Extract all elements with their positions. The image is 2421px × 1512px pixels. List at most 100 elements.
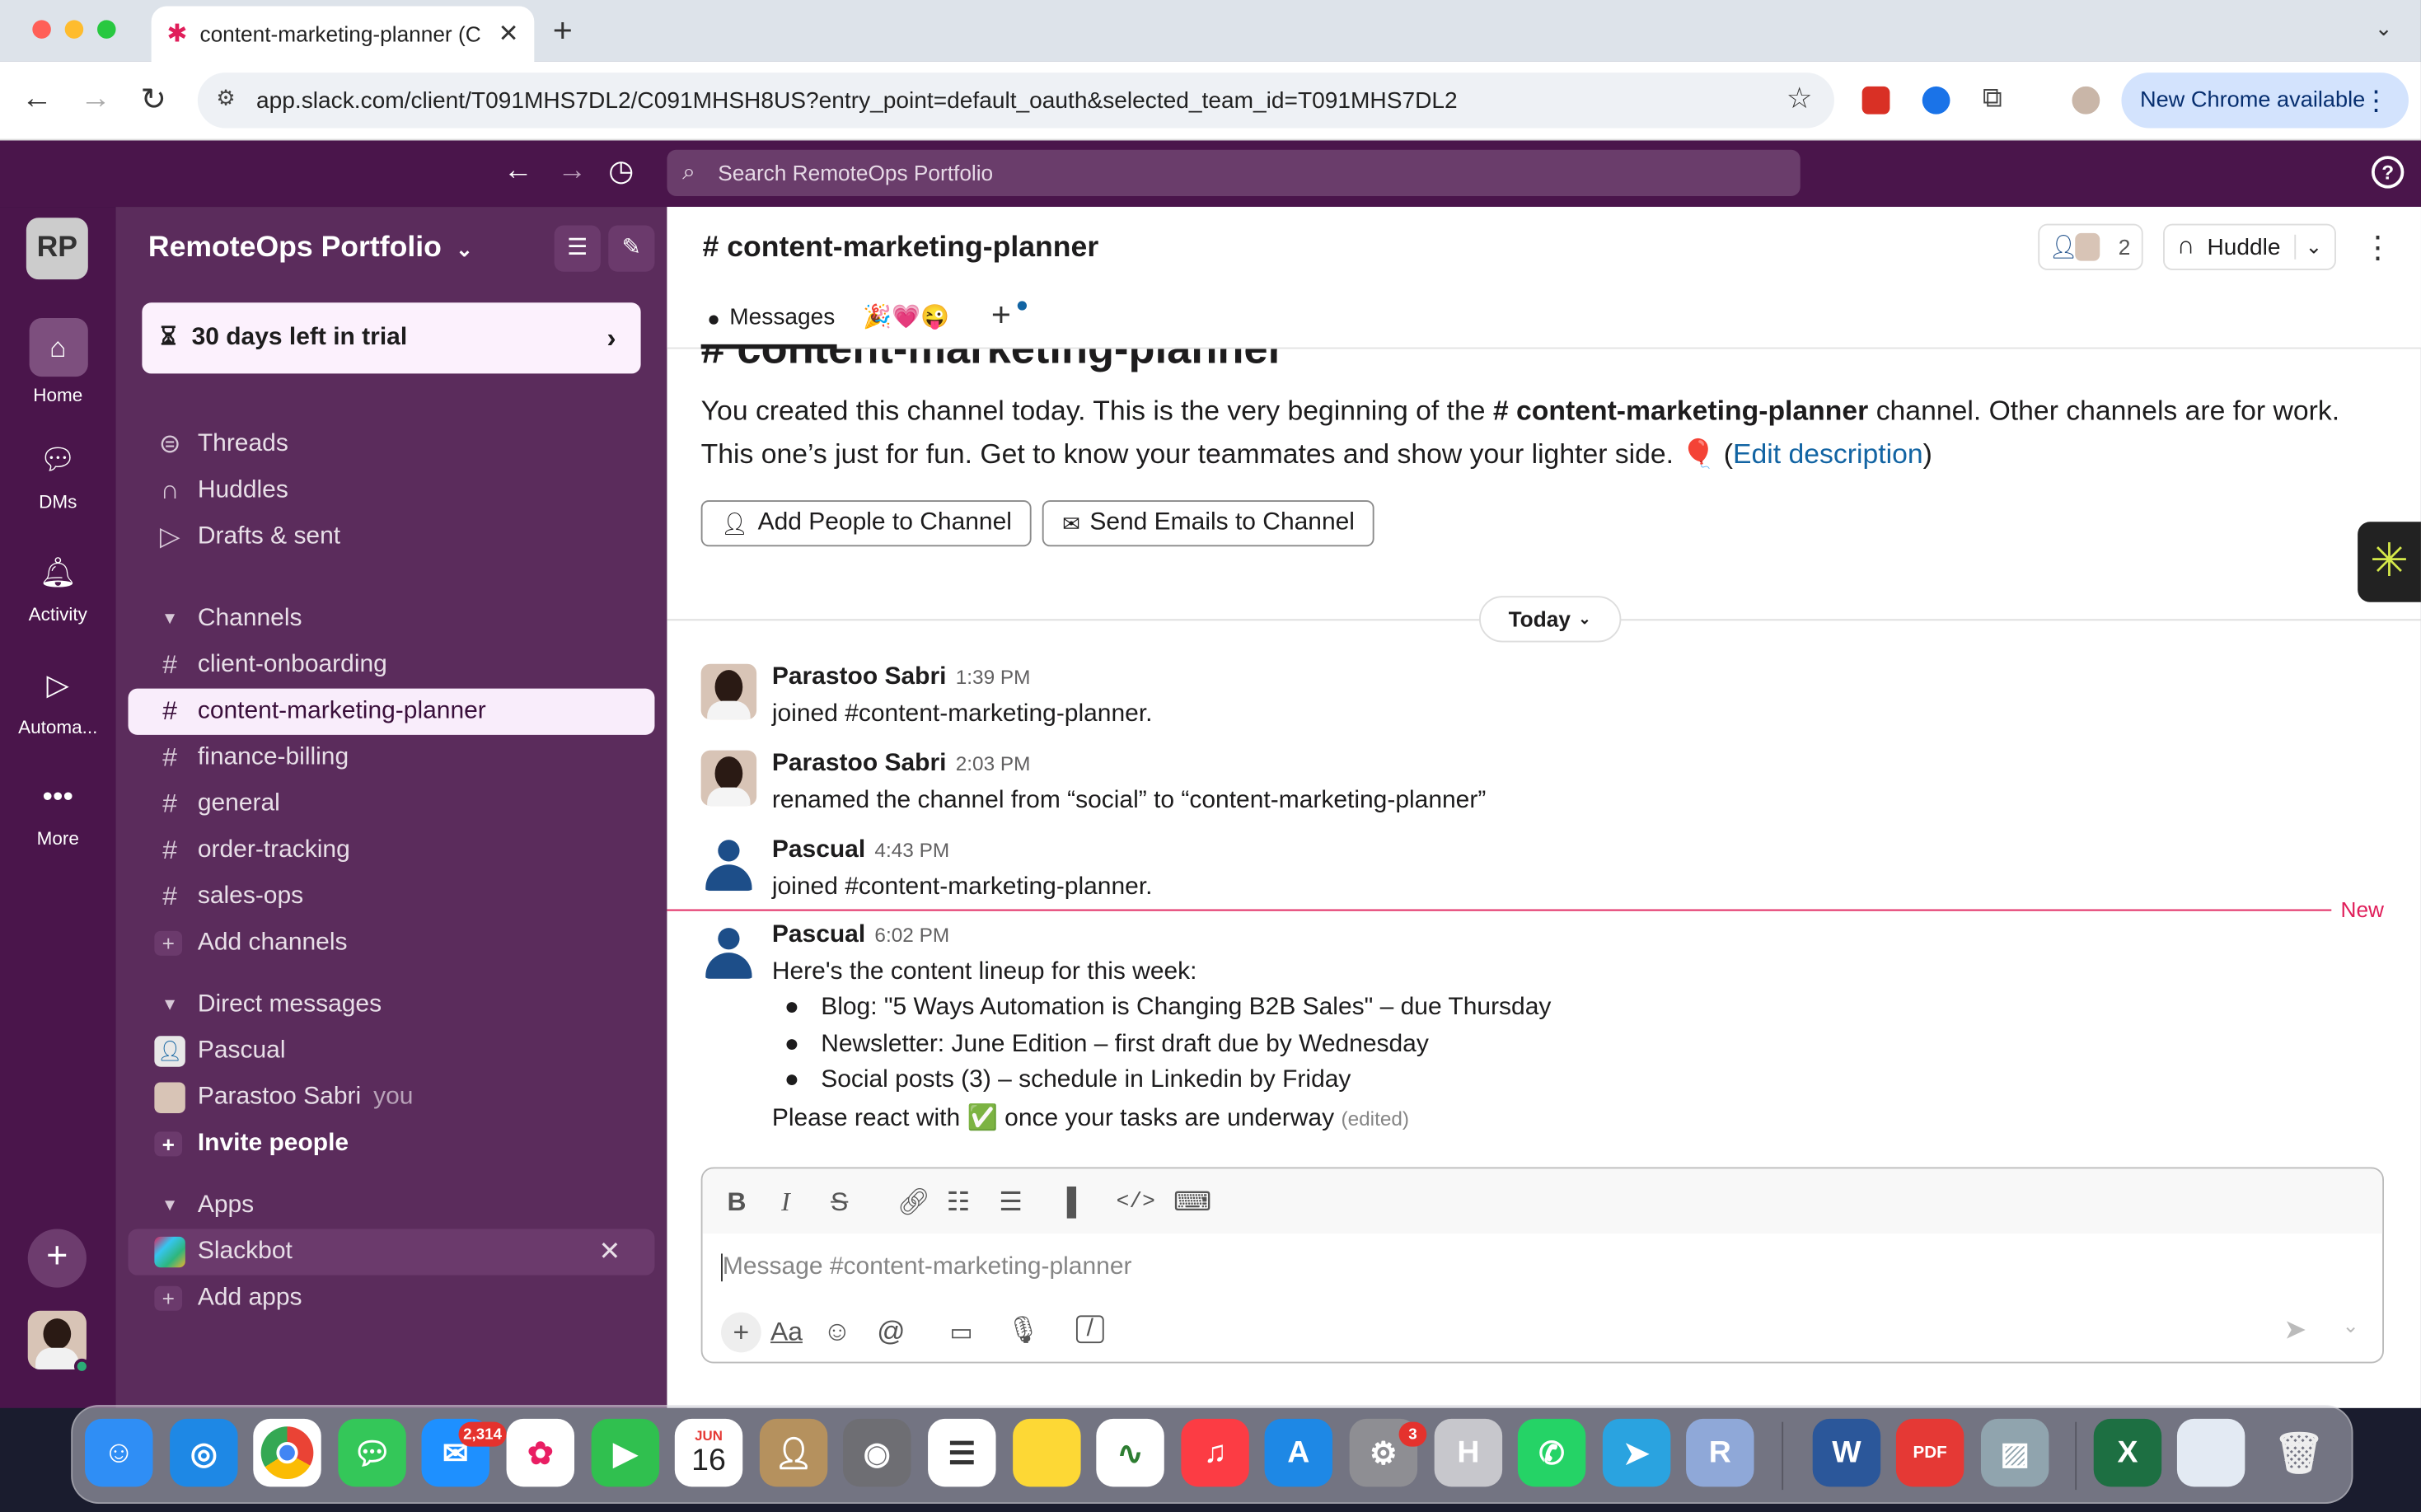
send-emails-button[interactable]: ✉ Send Emails to Channel xyxy=(1042,500,1375,547)
message-time[interactable]: 6:02 PM xyxy=(874,923,949,946)
screenshot-icon[interactable]: ◉ xyxy=(843,1418,911,1487)
avatar[interactable] xyxy=(700,663,757,720)
message-author[interactable]: Parastoo Sabri xyxy=(772,751,947,777)
new-chrome-available-button[interactable]: New Chrome available ⋮ xyxy=(2121,73,2409,129)
new-tab-button[interactable]: + xyxy=(553,11,573,51)
send-icon[interactable]: ➤ xyxy=(2283,1314,2306,1346)
bulleted-list-icon[interactable]: ☰ xyxy=(999,1187,1023,1218)
channels-section-header[interactable]: ▼ Channels xyxy=(129,596,655,642)
sidebar-item-channel[interactable]: # content-marketing-planner xyxy=(128,688,655,735)
kebab-menu-icon[interactable]: ⋮ xyxy=(2362,228,2393,267)
message-time[interactable]: 1:39 PM xyxy=(956,666,1031,689)
rail-home[interactable]: ⌂ Home xyxy=(0,317,116,406)
history-forward-icon[interactable]: → xyxy=(557,154,587,188)
huddle-button[interactable]: ∩ Huddle ⌄ xyxy=(2163,223,2336,270)
create-new-button[interactable]: + xyxy=(27,1229,87,1288)
message-time[interactable]: 2:03 PM xyxy=(956,751,1031,775)
message-author[interactable]: Pascual xyxy=(772,837,865,864)
floating-widget-button[interactable]: ✳ xyxy=(2358,522,2421,602)
profile-avatar[interactable] xyxy=(2068,83,2103,118)
safari-icon[interactable]: ◎ xyxy=(170,1418,238,1487)
add-tab-button[interactable]: + xyxy=(991,295,1011,335)
word-icon[interactable]: W xyxy=(1812,1418,1881,1487)
add-channels-button[interactable]: + Add channels xyxy=(129,920,655,967)
code-block-icon[interactable]: ⌨ xyxy=(1173,1187,1211,1218)
dm-section-header[interactable]: ▼ Direct messages xyxy=(129,982,655,1028)
reload-icon[interactable]: ↻ xyxy=(141,80,166,119)
apps-section-header[interactable]: ▼ Apps xyxy=(129,1182,655,1229)
site-settings-icon[interactable]: ⚙ xyxy=(216,85,236,111)
facetime-icon[interactable]: ▶ xyxy=(591,1418,660,1487)
tab-messages[interactable]: ● Messages xyxy=(707,304,835,330)
photos-icon[interactable]: ✿ xyxy=(506,1418,575,1487)
edit-description-link[interactable]: Edit description xyxy=(1733,438,1923,469)
sidebar-item-huddles[interactable]: ∩ Huddles xyxy=(129,468,655,514)
bookmark-star-icon[interactable]: ☆ xyxy=(1786,82,1813,117)
chevron-down-icon[interactable]: ⌄ xyxy=(2294,234,2322,260)
trash-icon[interactable]: 🗑︎ xyxy=(2265,1419,2333,1486)
extension-icon[interactable] xyxy=(1922,86,1950,115)
add-apps-button[interactable]: + Add apps xyxy=(129,1276,655,1322)
extensions-puzzle-icon[interactable]: ⧉ xyxy=(1983,82,2002,114)
minimize-window-button[interactable] xyxy=(64,20,84,39)
whatsapp-icon[interactable]: ✆ xyxy=(1517,1418,1586,1487)
mail-icon[interactable]: ✉ 2,314 xyxy=(421,1418,507,1487)
app-store-icon[interactable]: A xyxy=(1264,1418,1333,1487)
filter-settings-icon[interactable]: ☰ xyxy=(554,225,601,272)
freeform-icon[interactable]: ∿ xyxy=(1096,1418,1164,1487)
message-composer[interactable]: B I S 🔗︎ ☷ ☰ ▌ </> ⌨ Message #content-ma… xyxy=(700,1167,2384,1364)
rail-activity[interactable]: 🔔︎ Activity xyxy=(0,551,116,625)
rail-automations[interactable]: ▷ Automa... xyxy=(0,664,116,737)
invite-people-button[interactable]: + Invite people xyxy=(129,1121,655,1167)
code-icon[interactable]: </> xyxy=(1117,1191,1155,1215)
channel-title[interactable]: # content-marketing-planner xyxy=(703,232,1099,265)
message-input[interactable]: Message #content-marketing-planner xyxy=(721,1253,2358,1282)
music-icon[interactable]: ♫ xyxy=(1181,1418,1249,1487)
excel-file-icon[interactable]: X xyxy=(2093,1418,2162,1487)
sidebar-item-dm[interactable]: 👤︎ Pascual xyxy=(129,1028,655,1074)
sidebar-item-dm[interactable]: Parastoo Sabri you xyxy=(129,1074,655,1121)
finder-icon[interactable]: ☺ xyxy=(85,1418,153,1487)
sidebar-item-channel[interactable]: # order-tracking xyxy=(129,827,655,873)
history-back-icon[interactable]: ← xyxy=(503,154,533,188)
sidebar-item-app[interactable]: Slackbot ✕ xyxy=(128,1229,655,1276)
blockquote-icon[interactable]: ▌ xyxy=(1067,1187,1086,1218)
sidebar-item-channel[interactable]: # finance-billing xyxy=(129,735,655,781)
link-icon[interactable]: 🔗︎ xyxy=(897,1187,930,1218)
r-app-icon[interactable]: R xyxy=(1686,1418,1754,1487)
rail-more[interactable]: ••• More xyxy=(0,775,116,849)
chrome-icon[interactable] xyxy=(253,1418,321,1487)
zoom-window-button[interactable] xyxy=(97,20,116,39)
sidebar-item-drafts[interactable]: ▷ Drafts & sent xyxy=(129,514,655,560)
shortcuts-icon[interactable]: / xyxy=(1075,1315,1104,1344)
reminders-icon[interactable]: ☰ xyxy=(928,1418,996,1487)
help-icon[interactable]: ? xyxy=(2372,156,2405,189)
strikethrough-icon[interactable]: S xyxy=(831,1187,848,1218)
message-author[interactable]: Pascual xyxy=(772,922,865,948)
telegram-icon[interactable]: ➤ xyxy=(1602,1418,1671,1487)
date-divider[interactable]: Today ⌄ xyxy=(1479,596,1621,643)
document-stack-icon[interactable] xyxy=(2176,1418,2245,1487)
tab-list-chevron-icon[interactable]: ⌄ xyxy=(2375,16,2393,42)
chevron-down-icon[interactable]: ⌄ xyxy=(2342,1314,2358,1339)
sidebar-item-threads[interactable]: ⊜ Threads xyxy=(129,422,655,468)
add-people-button[interactable]: 👤︎ Add People to Channel xyxy=(700,500,1033,547)
video-icon[interactable]: ▭ xyxy=(949,1317,972,1347)
history-clock-icon[interactable]: ◷ xyxy=(608,154,634,190)
message-author[interactable]: Parastoo Sabri xyxy=(772,664,947,690)
address-bar[interactable]: ⚙ app.slack.com/client/T091MHS7DL2/C091M… xyxy=(197,73,1834,129)
search-input[interactable]: ⌕ Search RemoteOps Portfolio xyxy=(667,149,1801,196)
bold-icon[interactable]: B xyxy=(728,1187,747,1218)
back-arrow-icon[interactable]: ← xyxy=(21,82,52,117)
italic-icon[interactable]: I xyxy=(781,1187,790,1218)
kebab-menu-icon[interactable]: ⋮ xyxy=(2362,84,2391,116)
close-icon[interactable]: ✕ xyxy=(599,1237,621,1267)
emoji-icon[interactable]: ☺ xyxy=(823,1315,851,1347)
avatar[interactable] xyxy=(700,923,757,979)
workspace-name-menu[interactable]: RemoteOps Portfolio ⌄ xyxy=(148,232,473,265)
compose-icon[interactable]: ✎ xyxy=(608,225,655,272)
messages-icon[interactable]: 💬︎ xyxy=(338,1418,406,1487)
rail-dms[interactable]: 💬︎ DMs xyxy=(0,438,116,513)
h-app-icon[interactable]: H xyxy=(1434,1418,1503,1487)
workspace-switcher[interactable]: RP xyxy=(26,218,88,280)
